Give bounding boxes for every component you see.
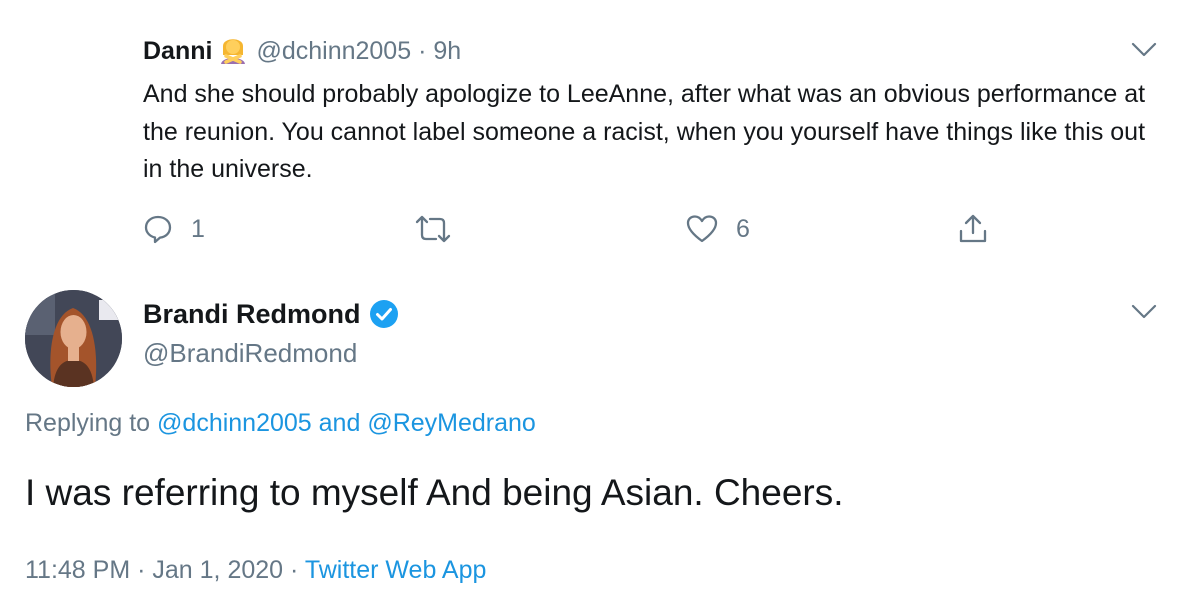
share-button[interactable] <box>957 212 989 246</box>
meta-separator-2: · <box>290 556 299 584</box>
replying-to-line: Replying to @dchinn2005 and @ReyMedrano <box>25 406 536 440</box>
tweet-meta: 11:48 PM · Jan 1, 2020 · Twitter Web App <box>25 553 486 587</box>
tweet-source[interactable]: Twitter Web App <box>305 556 487 584</box>
main-chevron-down-icon[interactable] <box>1131 304 1157 320</box>
retweet-button[interactable] <box>415 212 469 246</box>
reply-tweet-header: Danni @dchinn2005 · 9h <box>143 34 461 68</box>
reply-action-button[interactable]: 1 <box>143 212 205 246</box>
reply-bubble-icon <box>143 214 173 244</box>
like-count: 6 <box>736 214 750 243</box>
share-icon <box>957 213 989 245</box>
main-author-handle[interactable]: @BrandiRedmond <box>143 336 357 370</box>
retweet-icon <box>415 214 451 244</box>
reply-and: and <box>318 409 361 437</box>
reply-to-link-2[interactable]: @ReyMedrano <box>367 409 536 437</box>
replying-prefix: Replying to <box>25 409 151 437</box>
reply-author-handle[interactable]: @dchinn2005 <box>256 37 411 65</box>
main-author-name[interactable]: Brandi Redmond <box>143 296 361 332</box>
woman-gesturing-emoji-icon <box>218 34 248 64</box>
reply-chevron-down-icon[interactable] <box>1131 42 1157 58</box>
verified-badge-icon <box>369 299 399 329</box>
avatar[interactable] <box>25 290 122 387</box>
reply-to-link-1[interactable]: @dchinn2005 <box>157 409 312 437</box>
main-author-name-row: Brandi Redmond <box>143 296 399 332</box>
reply-author-name[interactable]: Danni <box>143 37 212 65</box>
tweet-date[interactable]: Jan 1, 2020 <box>152 556 283 584</box>
main-tweet-text: I was referring to myself And being Asia… <box>25 472 844 513</box>
like-button[interactable]: 6 <box>686 212 750 246</box>
reply-count: 1 <box>191 214 205 243</box>
heart-icon <box>686 214 718 244</box>
tweet-time[interactable]: 11:48 PM <box>25 556 130 584</box>
meta-separator-1: · <box>137 556 146 584</box>
reply-tweet-text: And she should probably apologize to Lee… <box>143 80 1146 183</box>
reply-time[interactable]: 9h <box>433 37 461 65</box>
